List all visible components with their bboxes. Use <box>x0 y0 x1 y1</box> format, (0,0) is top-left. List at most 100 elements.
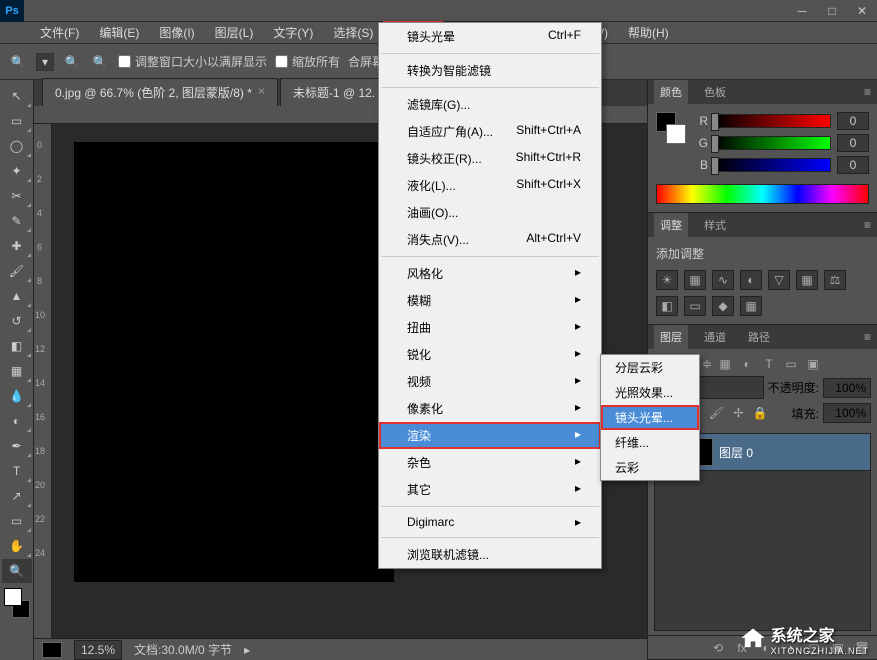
brush-tool[interactable]: 🖌 <box>2 259 32 283</box>
filter-video[interactable]: 视频▸ <box>379 368 601 395</box>
lock-pixels-icon[interactable]: 🖌 <box>707 405 725 421</box>
g-value[interactable]: 0 <box>837 134 869 152</box>
lasso-tool[interactable]: ◯ <box>2 134 32 158</box>
hue-icon[interactable]: ▦ <box>796 270 818 290</box>
bg-swatch[interactable] <box>666 124 686 144</box>
photo-filter-icon[interactable]: ▭ <box>684 296 706 316</box>
render-difference-clouds[interactable]: 分层云彩 <box>601 355 699 380</box>
render-fibers[interactable]: 纤维... <box>601 430 699 455</box>
chevron-right-icon[interactable]: ▸ <box>244 643 250 657</box>
menu-file[interactable]: 文件(F) <box>30 21 89 44</box>
eyedropper-tool[interactable]: ✎ <box>2 209 32 233</box>
filter-blur[interactable]: 模糊▸ <box>379 287 601 314</box>
zoom-in-icon[interactable]: 🔍 <box>62 52 82 72</box>
b-slider[interactable] <box>714 158 831 172</box>
menu-type[interactable]: 文字(Y) <box>263 21 323 44</box>
marquee-tool[interactable]: ▭ <box>2 109 32 133</box>
close-button[interactable]: ✕ <box>847 1 877 21</box>
balance-icon[interactable]: ⚖ <box>824 270 846 290</box>
panel-menu-icon[interactable]: ≡ <box>864 85 877 99</box>
color-spectrum[interactable] <box>656 184 869 204</box>
filter-digimarc[interactable]: Digimarc▸ <box>379 510 601 534</box>
tab-styles[interactable]: 样式 <box>698 213 732 237</box>
stamp-tool[interactable]: ▲ <box>2 284 32 308</box>
filter-distort[interactable]: 扭曲▸ <box>379 314 601 341</box>
bw-icon[interactable]: ◧ <box>656 296 678 316</box>
r-slider[interactable] <box>714 114 831 128</box>
filter-oil-paint[interactable]: 油画(O)... <box>379 199 601 226</box>
filter-type-icon[interactable]: T <box>760 356 778 372</box>
healing-tool[interactable]: ✚ <box>2 234 32 258</box>
quick-select-tool[interactable]: ✦ <box>2 159 32 183</box>
lookup-icon[interactable]: ▦ <box>740 296 762 316</box>
zoom-tool[interactable]: 🔍 <box>2 559 32 583</box>
menu-layer[interactable]: 图层(L) <box>205 21 264 44</box>
history-brush-tool[interactable]: ↺ <box>2 309 32 333</box>
filter-stylize[interactable]: 风格化▸ <box>379 260 601 287</box>
tab-adjustments[interactable]: 调整 <box>654 213 688 237</box>
filter-pixel-icon[interactable]: ▦ <box>716 356 734 372</box>
dodge-tool[interactable]: ◐ <box>2 409 32 433</box>
channel-mixer-icon[interactable]: ◆ <box>712 296 734 316</box>
fg-bg-colors[interactable] <box>4 588 30 618</box>
pen-tool[interactable]: ✒ <box>2 434 32 458</box>
minimize-button[interactable]: ─ <box>787 1 817 21</box>
move-tool[interactable]: ↖ <box>2 84 32 108</box>
tab-channels[interactable]: 通道 <box>698 325 732 349</box>
b-value[interactable]: 0 <box>837 156 869 174</box>
fill-value[interactable]: 100% <box>823 403 871 423</box>
filter-noise[interactable]: 杂色▸ <box>379 449 601 476</box>
menu-edit[interactable]: 编辑(E) <box>89 21 149 44</box>
render-clouds[interactable]: 云彩 <box>601 455 699 480</box>
zoom-all-checkbox[interactable]: 缩放所有 <box>275 53 340 70</box>
levels-icon[interactable]: ▦ <box>684 270 706 290</box>
document-tab-2[interactable]: 未标题-1 @ 12. <box>280 78 388 106</box>
close-icon[interactable]: × <box>258 84 265 101</box>
exposure-icon[interactable]: ◐ <box>740 270 762 290</box>
filter-smart-icon[interactable]: ▣ <box>804 356 822 372</box>
filter-render[interactable]: 渲染▸ <box>379 422 601 449</box>
menu-image[interactable]: 图像(I) <box>149 21 204 44</box>
lock-all-icon[interactable]: 🔒 <box>751 405 769 421</box>
tab-paths[interactable]: 路径 <box>742 325 776 349</box>
gradient-tool[interactable]: ▦ <box>2 359 32 383</box>
curves-icon[interactable]: ∿ <box>712 270 734 290</box>
lock-position-icon[interactable]: ✢ <box>729 405 747 421</box>
menu-select[interactable]: 选择(S) <box>323 21 383 44</box>
filter-last[interactable]: 镜头光晕Ctrl+F <box>379 23 601 50</box>
crop-tool[interactable]: ✂ <box>2 184 32 208</box>
panel-menu-icon[interactable]: ≡ <box>864 218 877 232</box>
filter-other[interactable]: 其它▸ <box>379 476 601 503</box>
filter-adjust-icon[interactable]: ◐ <box>738 356 756 372</box>
vibrance-icon[interactable]: ▽ <box>768 270 790 290</box>
filter-liquify[interactable]: 液化(L)...Shift+Ctrl+X <box>379 172 601 199</box>
zoom-level[interactable]: 12.5% <box>74 640 122 660</box>
filter-sharpen[interactable]: 锐化▸ <box>379 341 601 368</box>
link-layers-icon[interactable]: ⟲ <box>709 639 727 657</box>
brightness-icon[interactable]: ☀ <box>656 270 678 290</box>
tab-swatches[interactable]: 色板 <box>698 80 732 104</box>
layer-name[interactable]: 图层 0 <box>719 444 753 461</box>
r-value[interactable]: 0 <box>837 112 869 130</box>
document-tab-1[interactable]: 0.jpg @ 66.7% (色阶 2, 图层蒙版/8) *× <box>42 78 278 106</box>
maximize-button[interactable]: □ <box>817 1 847 21</box>
tab-color[interactable]: 颜色 <box>654 80 688 104</box>
filter-adaptive-wide[interactable]: 自适应广角(A)...Shift+Ctrl+A <box>379 118 601 145</box>
render-lens-flare[interactable]: 镜头光晕... <box>601 405 699 430</box>
g-slider[interactable] <box>714 136 831 150</box>
tab-layers[interactable]: 图层 <box>654 325 688 349</box>
hand-tool[interactable]: ✋ <box>2 534 32 558</box>
filter-shape-icon[interactable]: ▭ <box>782 356 800 372</box>
zoom-out-icon[interactable]: 🔍 <box>90 52 110 72</box>
filter-gallery[interactable]: 滤镜库(G)... <box>379 91 601 118</box>
eraser-tool[interactable]: ◧ <box>2 334 32 358</box>
blur-tool[interactable]: 💧 <box>2 384 32 408</box>
filter-pixelate[interactable]: 像素化▸ <box>379 395 601 422</box>
panel-menu-icon[interactable]: ≡ <box>864 330 877 344</box>
path-select-tool[interactable]: ↗ <box>2 484 32 508</box>
filter-convert-smart[interactable]: 转换为智能滤镜 <box>379 57 601 84</box>
filter-browse-online[interactable]: 浏览联机滤镜... <box>379 541 601 568</box>
render-lighting-effects[interactable]: 光照效果... <box>601 380 699 405</box>
shape-tool[interactable]: ▭ <box>2 509 32 533</box>
menu-help[interactable]: 帮助(H) <box>618 21 679 44</box>
